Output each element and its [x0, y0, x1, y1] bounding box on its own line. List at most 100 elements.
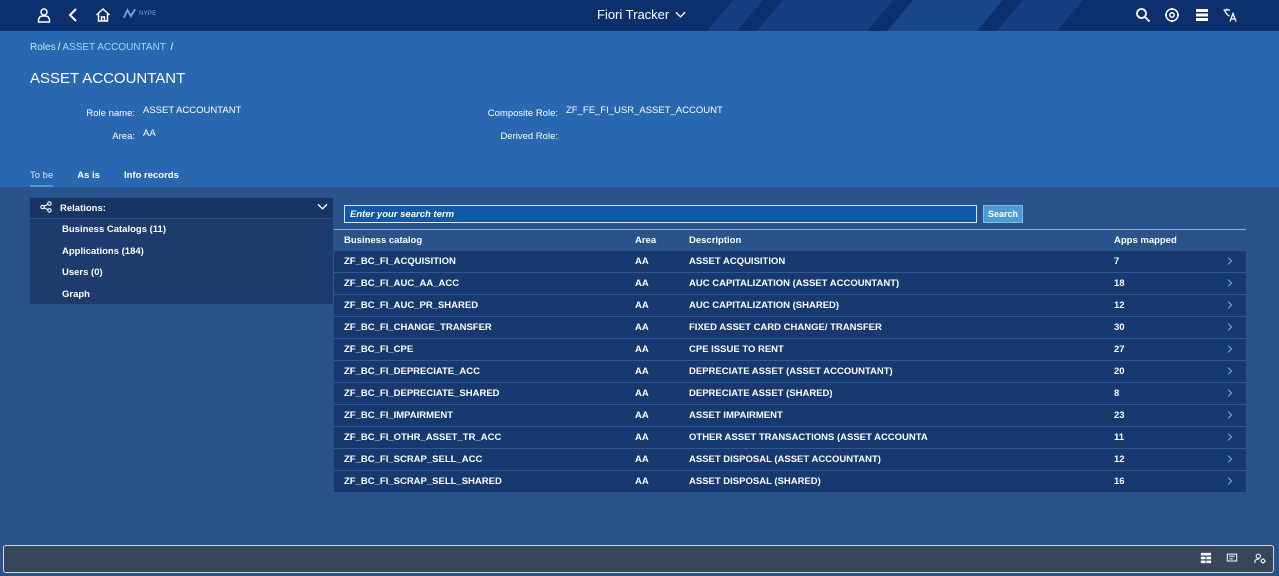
cell-area: AA: [635, 256, 649, 267]
chevron-right-icon[interactable]: [1227, 344, 1233, 357]
cell-apps-mapped: 18: [1114, 278, 1125, 289]
composite-role-label: Composite Role:: [487, 108, 558, 119]
cell-apps-mapped: 16: [1114, 476, 1125, 487]
tab-info-records[interactable]: Info records: [124, 170, 179, 187]
column-header-apps-mapped[interactable]: Apps mapped: [1114, 235, 1177, 246]
cell-area: AA: [635, 388, 649, 399]
cell-description: ASSET ACQUISITION: [689, 256, 786, 267]
cell-area: AA: [635, 300, 649, 311]
cell-description: DEPRECIATE ASSET (SHARED): [689, 388, 833, 399]
chevron-right-icon[interactable]: [1227, 388, 1233, 401]
table-row[interactable]: ZF_BC_FI_AUC_AA_ACC AA AUC CAPITALIZATION …: [334, 272, 1246, 294]
shell-decoration: [706, 0, 764, 31]
relation-business-catalogs[interactable]: Business Catalogs (11): [30, 219, 333, 241]
cell-description: DEPRECIATE ASSET (ASSET ACCOUNTANT): [689, 366, 893, 377]
chevron-right-icon[interactable]: [1227, 410, 1233, 423]
cell-business-catalog: ZF_BC_FI_DEPRECIATE_ACC: [344, 366, 481, 377]
search-input[interactable]: [344, 205, 977, 223]
search-button[interactable]: Search: [983, 205, 1023, 223]
breadcrumb-roles-link[interactable]: Roles: [30, 42, 56, 53]
cell-description: OTHER ASSET TRANSACTIONS (ASSET ACCOUNTA: [689, 432, 928, 443]
table-row[interactable]: ZF_BC_FI_SCRAP_SELL_SHARED AA ASSET DISPOS…: [334, 470, 1246, 492]
cell-description: AUC CAPITALIZATION (ASSET ACCOUNTANT): [689, 278, 900, 289]
cell-apps-mapped: 27: [1114, 344, 1125, 355]
chevron-down-icon[interactable]: [317, 202, 328, 214]
user-icon[interactable]: [35, 6, 53, 24]
cell-business-catalog: ZF_BC_FI_AUC_PR_SHARED: [344, 300, 479, 311]
table-row[interactable]: ZF_BC_FI_SCRAP_SELL_ACC AA ASSET DISPOSAL …: [334, 448, 1246, 470]
table-row[interactable]: ZF_BC_FI_AUC_PR_SHARED AA AUC CAPITALIZATI…: [334, 294, 1246, 316]
message-icon[interactable]: [1226, 552, 1240, 566]
tab-as-is[interactable]: As is: [77, 170, 100, 187]
cell-apps-mapped: 11: [1114, 432, 1125, 443]
role-name-label: Role name:: [86, 108, 135, 119]
column-header-area[interactable]: Area: [635, 235, 656, 246]
chevron-right-icon[interactable]: [1227, 366, 1233, 379]
user-settings-icon[interactable]: [1254, 552, 1268, 566]
cell-description: AUC CAPITALIZATION (SHARED): [689, 300, 840, 311]
table-row[interactable]: ZF_BC_FI_ACQUISITION AA ASSET ACQUISITION 7: [334, 250, 1246, 272]
chevron-right-icon[interactable]: [1227, 432, 1233, 445]
table-row[interactable]: ZF_BC_FI_DEPRECIATE_ACC AA DEPRECIATE ASSE…: [334, 360, 1246, 382]
column-header-description[interactable]: Description: [689, 235, 741, 246]
table-row[interactable]: ZF_BC_FI_CPE AA CPE ISSUE TO RENT 27: [334, 338, 1246, 360]
app-title-menu[interactable]: Fiori Tracker: [597, 7, 686, 22]
cell-area: AA: [635, 366, 649, 377]
cell-business-catalog: ZF_BC_FI_SCRAP_SELL_ACC: [344, 454, 483, 465]
cell-business-catalog: ZF_BC_FI_OTHR_ASSET_TR_ACC: [344, 432, 502, 443]
relation-graph[interactable]: Graph: [30, 284, 333, 306]
cell-area: AA: [635, 476, 649, 487]
cell-description: ASSET DISPOSAL (SHARED): [689, 476, 821, 487]
table-row[interactable]: ZF_BC_FI_OTHR_ASSET_TR_ACC AA OTHER ASSET …: [334, 426, 1246, 448]
derived-role-label: Derived Role:: [500, 131, 558, 142]
tab-to-be[interactable]: To be: [30, 170, 54, 187]
chevron-right-icon[interactable]: [1227, 256, 1233, 269]
company-logo[interactable]: NYPE: [123, 8, 157, 19]
cell-business-catalog: ZF_BC_FI_DEPRECIATE_SHARED: [344, 388, 500, 399]
relations-label: Relations:: [60, 202, 106, 214]
cell-apps-mapped: 12: [1114, 454, 1125, 465]
cell-area: AA: [635, 432, 649, 443]
settings-icon[interactable]: [1163, 6, 1181, 24]
table-icon[interactable]: [1200, 552, 1214, 566]
home-icon[interactable]: [94, 6, 112, 24]
cell-area: AA: [635, 344, 649, 355]
cell-area: AA: [635, 454, 649, 465]
chevron-right-icon[interactable]: [1227, 278, 1233, 291]
cell-business-catalog: ZF_BC_FI_ACQUISITION: [344, 256, 456, 267]
composite-role-value: ZF_FE_FI_USR_ASSET_ACCOUNT: [566, 105, 723, 116]
relations-header[interactable]: Relations:: [30, 198, 333, 219]
table-row[interactable]: ZF_BC_FI_DEPRECIATE_SHARED AA DEPRECIATE A…: [334, 382, 1246, 404]
share-icon: [40, 200, 52, 216]
cell-description: FIXED ASSET CARD CHANGE/ TRANSFER: [689, 322, 882, 333]
area-label: Area:: [112, 131, 135, 142]
chevron-right-icon[interactable]: [1227, 322, 1233, 335]
cell-apps-mapped: 30: [1114, 322, 1125, 333]
cell-business-catalog: ZF_BC_FI_IMPAIRMENT: [344, 410, 454, 421]
relations-panel: Relations: Business Catalogs (11) Applic…: [30, 198, 333, 304]
search-icon[interactable]: [1134, 6, 1152, 24]
chevron-right-icon[interactable]: [1227, 476, 1233, 489]
cell-business-catalog: ZF_BC_FI_CPE: [344, 344, 414, 355]
business-catalog-table: Business catalog Area Description Apps m…: [334, 229, 1246, 492]
table-icon[interactable]: [1193, 6, 1211, 24]
chevron-right-icon[interactable]: [1227, 454, 1233, 467]
chevron-down-icon: [675, 7, 686, 22]
column-header-business-catalog[interactable]: Business catalog: [344, 235, 422, 246]
language-icon[interactable]: [1221, 6, 1239, 24]
breadcrumb-current-link[interactable]: ASSET ACCOUNTANT: [62, 42, 165, 53]
cell-area: AA: [635, 322, 649, 333]
cell-description: CPE ISSUE TO RENT: [689, 344, 784, 355]
role-name-value: ASSET ACCOUNTANT: [143, 105, 242, 116]
chevron-right-icon[interactable]: [1227, 300, 1233, 313]
relation-users[interactable]: Users (0): [30, 262, 333, 284]
logo-text: NYPE: [139, 10, 157, 17]
back-icon[interactable]: [65, 6, 83, 24]
object-header: Roles / ASSET ACCOUNTANT / ASSET ACCOUNTAN…: [0, 31, 1279, 187]
shell-bar: NYPE Fiori Tracker: [0, 0, 1279, 31]
table-row[interactable]: ZF_BC_FI_IMPAIRMENT AA ASSET IMPAIRMENT 23: [334, 404, 1246, 426]
relation-applications[interactable]: Applications (184): [30, 241, 333, 263]
table-row[interactable]: ZF_BC_FI_CHANGE_TRANSFER AA FIXED ASSET CA…: [334, 316, 1246, 338]
page-title: ASSET ACCOUNTANT: [30, 70, 186, 87]
cell-apps-mapped: 23: [1114, 410, 1125, 421]
